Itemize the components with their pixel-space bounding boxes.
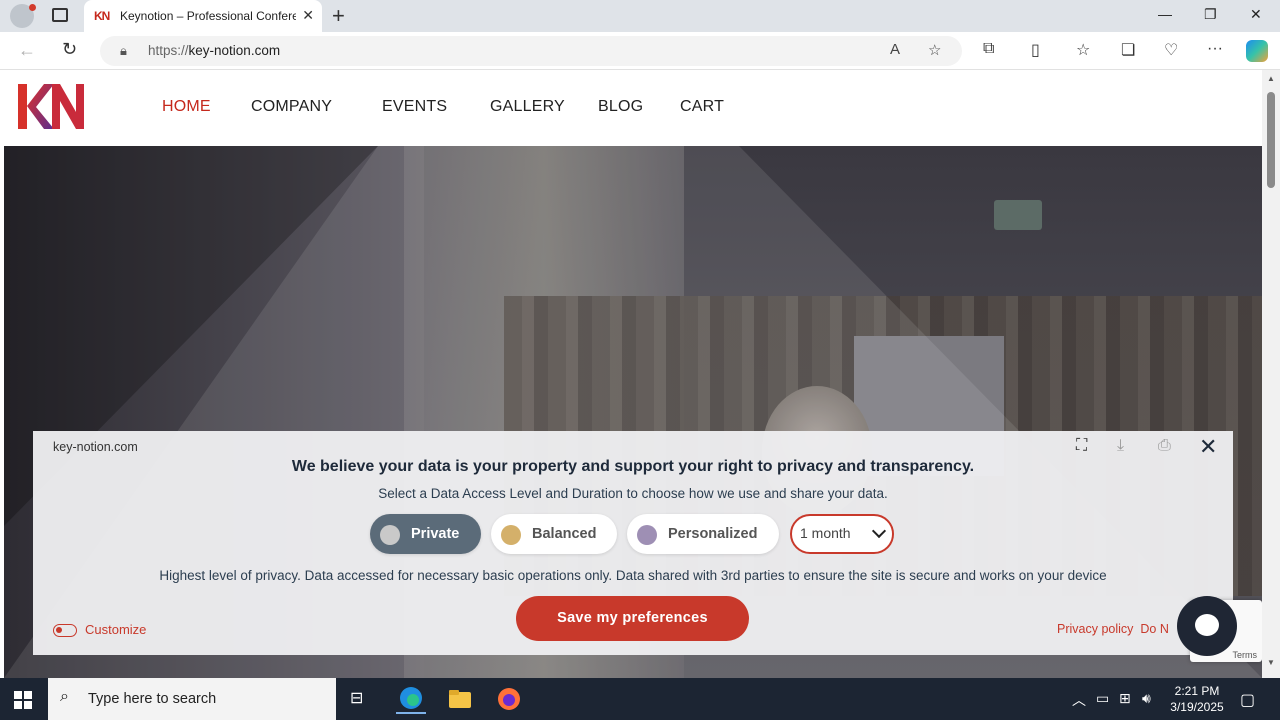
customize-toggle-icon[interactable]: [53, 624, 77, 637]
scroll-down-icon[interactable]: ▼: [1267, 658, 1275, 667]
chat-launcher-icon[interactable]: [1177, 596, 1237, 656]
expand-icon[interactable]: ⛶: [1076, 437, 1087, 455]
collections-icon[interactable]: ❏: [1121, 40, 1135, 60]
do-not-sell-link[interactable]: Do N: [1140, 622, 1168, 636]
taskbar-search-input[interactable]: ⌕ Type here to search: [48, 678, 336, 720]
level-label: Private: [411, 526, 460, 542]
nav-blog[interactable]: BLOG: [598, 98, 643, 116]
level-private-button[interactable]: Private: [370, 514, 481, 554]
level-description: Highest level of privacy. Data accessed …: [159, 568, 1107, 583]
duration-value: 1 month: [800, 525, 851, 541]
tab-title: Keynotion – Professional Conference: [120, 9, 296, 23]
consent-banner: key-notion.com ⛶ ⤓ ⎙ ✕ We believe your d…: [33, 431, 1233, 655]
edge-taskbar-icon[interactable]: [396, 684, 426, 714]
consent-title: We believe your data is your property an…: [291, 458, 975, 475]
site-header: HOME COMPANY EVENTS GALLERY BLOG CART: [0, 70, 1262, 146]
download-icon[interactable]: ⤓: [1117, 437, 1124, 455]
nav-company[interactable]: COMPANY: [251, 98, 332, 116]
copilot-icon[interactable]: [1246, 40, 1268, 62]
level-dot-icon: [637, 525, 657, 545]
windows-taskbar: ⌕ Type here to search ⊟ ︿ ▭ ⊞ 🔊︎ 2:21 PM…: [0, 678, 1280, 720]
network-icon[interactable]: ⊞: [1119, 690, 1131, 707]
keynotion-logo[interactable]: [18, 84, 84, 129]
level-dot-icon: [380, 525, 400, 545]
scroll-up-icon[interactable]: ▲: [1267, 74, 1275, 83]
task-view-icon[interactable]: ⊟: [350, 688, 363, 708]
search-placeholder: Type here to search: [88, 691, 217, 707]
chevron-down-icon: [871, 523, 887, 539]
tab-actions-icon[interactable]: [52, 8, 68, 22]
url-input[interactable]: 🔒︎ https://key-notion.com A ☆: [100, 36, 962, 66]
level-balanced-button[interactable]: Balanced: [491, 514, 617, 554]
extensions-icon[interactable]: ⧉: [983, 40, 994, 58]
tab-close-icon[interactable]: ✕: [302, 7, 314, 24]
restore-icon[interactable]: ❐: [1204, 6, 1217, 23]
consent-domain: key-notion.com: [53, 440, 138, 454]
url-text: https://key-notion.com: [148, 43, 281, 58]
consent-close-icon[interactable]: ✕: [1199, 434, 1217, 460]
device-icon[interactable]: ▭: [1096, 690, 1109, 707]
favorite-star-icon[interactable]: ☆: [928, 41, 941, 59]
taskbar-clock[interactable]: 2:21 PM 3/19/2025: [1162, 683, 1232, 715]
level-label: Personalized: [668, 526, 758, 542]
notifications-icon[interactable]: ▢: [1240, 690, 1255, 710]
close-window-icon[interactable]: ✕: [1250, 6, 1262, 23]
favicon-icon: KN: [94, 9, 110, 23]
customize-link[interactable]: Customize: [85, 622, 146, 637]
nav-events[interactable]: EVENTS: [382, 98, 447, 116]
profile-avatar[interactable]: [10, 4, 36, 28]
read-aloud-icon[interactable]: A: [890, 41, 900, 58]
new-tab-icon[interactable]: +: [332, 3, 345, 29]
consent-subtitle: Select a Data Access Level and Duration …: [378, 486, 888, 501]
volume-icon[interactable]: 🔊︎: [1142, 690, 1151, 707]
address-bar-row: ← ↻ 🔒︎ https://key-notion.com A ☆ ⧉ ▯ ☆ …: [0, 32, 1280, 70]
back-icon[interactable]: ←: [18, 40, 36, 61]
file-explorer-icon[interactable]: [445, 684, 475, 714]
firefox-icon[interactable]: [494, 684, 524, 714]
save-preferences-button[interactable]: Save my preferences: [516, 596, 749, 641]
browser-tab-bar: KN Keynotion – Professional Conference ✕…: [0, 0, 1280, 32]
print-icon[interactable]: ⎙: [1158, 437, 1171, 455]
level-dot-icon: [501, 525, 521, 545]
minimize-icon[interactable]: —: [1158, 6, 1172, 22]
clock-date: 3/19/2025: [1170, 700, 1224, 714]
level-personalized-button[interactable]: Personalized: [627, 514, 779, 554]
split-screen-icon[interactable]: ▯: [1031, 40, 1040, 60]
recaptcha-terms[interactable]: Terms: [1233, 650, 1258, 660]
privacy-links: Privacy policy Do N: [1057, 622, 1169, 636]
scroll-thumb[interactable]: [1267, 92, 1275, 188]
clock-time: 2:21 PM: [1174, 684, 1220, 698]
level-label: Balanced: [532, 526, 597, 542]
lock-icon[interactable]: 🔒︎: [120, 43, 127, 59]
tray-chevron-icon[interactable]: ︿: [1072, 690, 1086, 710]
nav-gallery[interactable]: GALLERY: [490, 98, 565, 116]
favorites-icon[interactable]: ☆: [1076, 40, 1090, 60]
performance-icon[interactable]: ♡: [1164, 40, 1178, 60]
more-menu-icon[interactable]: ···: [1207, 40, 1223, 58]
page-scrollbar[interactable]: ▲ ▼: [1262, 70, 1280, 678]
windows-start-icon[interactable]: [14, 691, 32, 709]
nav-cart[interactable]: CART: [680, 98, 724, 116]
page-viewport: HOME COMPANY EVENTS GALLERY BLOG CART ke…: [0, 70, 1280, 678]
browser-tab-active[interactable]: KN Keynotion – Professional Conference ✕: [84, 0, 322, 32]
search-icon: ⌕: [60, 688, 69, 705]
privacy-policy-link[interactable]: Privacy policy: [1057, 622, 1133, 636]
nav-home[interactable]: HOME: [162, 98, 211, 116]
duration-select[interactable]: 1 month: [790, 514, 894, 554]
reload-icon[interactable]: ↻: [62, 39, 77, 60]
